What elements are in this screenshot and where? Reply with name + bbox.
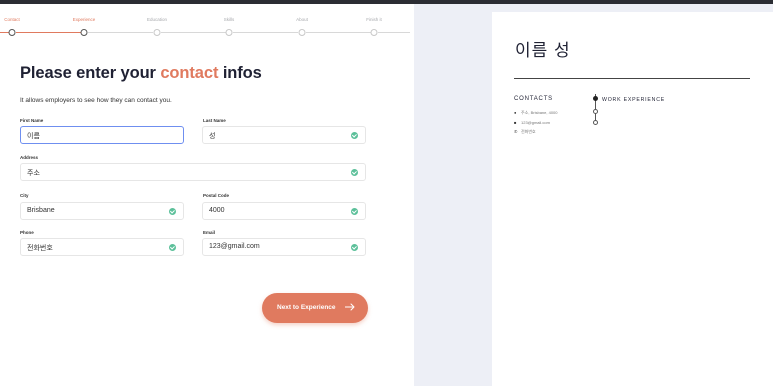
title-accent: contact: [160, 64, 219, 82]
contact-address-text: 주소, Brisbane, 4000: [521, 110, 558, 115]
page-title: Please enter your contact infos: [20, 64, 262, 83]
step-line: [233, 32, 298, 33]
resume-name: 이름 성: [515, 41, 571, 60]
check-icon: [351, 244, 358, 251]
contact-phone: ✆ 전화번호: [514, 129, 536, 135]
email-value: 123@gmail.com: [209, 243, 260, 250]
email-field[interactable]: 123@gmail.com: [202, 238, 366, 256]
resume-preview: 이름 성 CONTACTS ● 주소, Brisbane, 4000 ■ 123@g…: [492, 12, 773, 386]
address-value: 주소: [27, 170, 40, 177]
first-name-label: First Name: [20, 118, 44, 123]
progress-stepper: Contact Experience Education Skills Abou…: [0, 17, 414, 41]
step-skills-label[interactable]: Skills: [224, 17, 235, 22]
contact-address: ● 주소, Brisbane, 4000: [514, 110, 558, 116]
email-label: Email: [203, 230, 216, 235]
postal-code-label: Postal Code: [203, 193, 230, 198]
work-experience-heading: WORK EXPERIENCE: [602, 97, 666, 103]
preview-panel: 이름 성 CONTACTS ● 주소, Brisbane, 4000 ■ 123@g…: [414, 4, 773, 386]
first-name-value: 이름: [27, 133, 40, 140]
contact-phone-text: 전화번호: [521, 129, 536, 134]
city-field[interactable]: Brisbane: [20, 202, 184, 220]
phone-icon: ✆: [514, 129, 518, 134]
postal-code-value: 4000: [209, 207, 225, 214]
phone-value: 전화번호: [27, 245, 53, 252]
check-icon: [169, 244, 176, 251]
step-education-dot[interactable]: [153, 29, 161, 36]
step-line: [378, 32, 410, 33]
last-name-label: Last Name: [203, 118, 226, 123]
step-line: [16, 32, 81, 33]
contacts-heading: CONTACTS: [514, 96, 553, 102]
step-finish-dot[interactable]: [370, 29, 378, 36]
step-line: [88, 32, 153, 33]
city-label: City: [20, 193, 29, 198]
step-line: [306, 32, 371, 33]
first-name-field[interactable]: 이름: [20, 126, 184, 144]
title-text-end: infos: [218, 64, 262, 82]
step-finish-label[interactable]: Finish it: [366, 17, 382, 22]
timeline-dot: [593, 120, 598, 125]
title-text: Please enter your: [20, 64, 161, 82]
mail-icon: ■: [514, 120, 517, 125]
timeline-dot: [593, 109, 598, 114]
timeline-dot: [593, 96, 598, 101]
phone-field[interactable]: 전화번호: [20, 238, 184, 256]
check-icon: [169, 208, 176, 215]
location-pin-icon: ●: [514, 110, 517, 115]
city-value: Brisbane: [27, 207, 55, 214]
editor-panel: Contact Experience Education Skills Abou…: [0, 4, 414, 386]
last-name-value: 성: [209, 133, 216, 140]
check-icon: [351, 132, 358, 139]
step-contact-label[interactable]: Contact: [4, 17, 20, 22]
next-button-label: Next to Experience: [277, 304, 336, 311]
divider: [514, 78, 750, 79]
address-label: Address: [20, 155, 39, 160]
postal-code-field[interactable]: 4000: [202, 202, 366, 220]
step-about-label[interactable]: About: [296, 17, 308, 22]
contact-email-text: 123@gmail.com: [521, 120, 550, 125]
page-subtitle: It allows employers to see how they can …: [20, 97, 172, 104]
next-to-experience-button[interactable]: Next to Experience: [262, 293, 368, 323]
check-icon: [351, 208, 358, 215]
step-line: [161, 32, 226, 33]
step-about-dot[interactable]: [298, 29, 306, 36]
check-icon: [351, 169, 358, 176]
last-name-field[interactable]: 성: [202, 126, 366, 144]
step-experience-dot[interactable]: [80, 29, 88, 36]
address-field[interactable]: 주소: [20, 163, 366, 181]
step-contact-dot[interactable]: [8, 29, 16, 36]
phone-label: Phone: [20, 230, 34, 235]
step-experience-label[interactable]: Experience: [73, 17, 96, 22]
step-education-label[interactable]: Education: [147, 17, 167, 22]
contact-email: ■ 123@gmail.com: [514, 120, 550, 125]
step-skills-dot[interactable]: [225, 29, 233, 36]
arrow-right-icon: [345, 303, 355, 311]
